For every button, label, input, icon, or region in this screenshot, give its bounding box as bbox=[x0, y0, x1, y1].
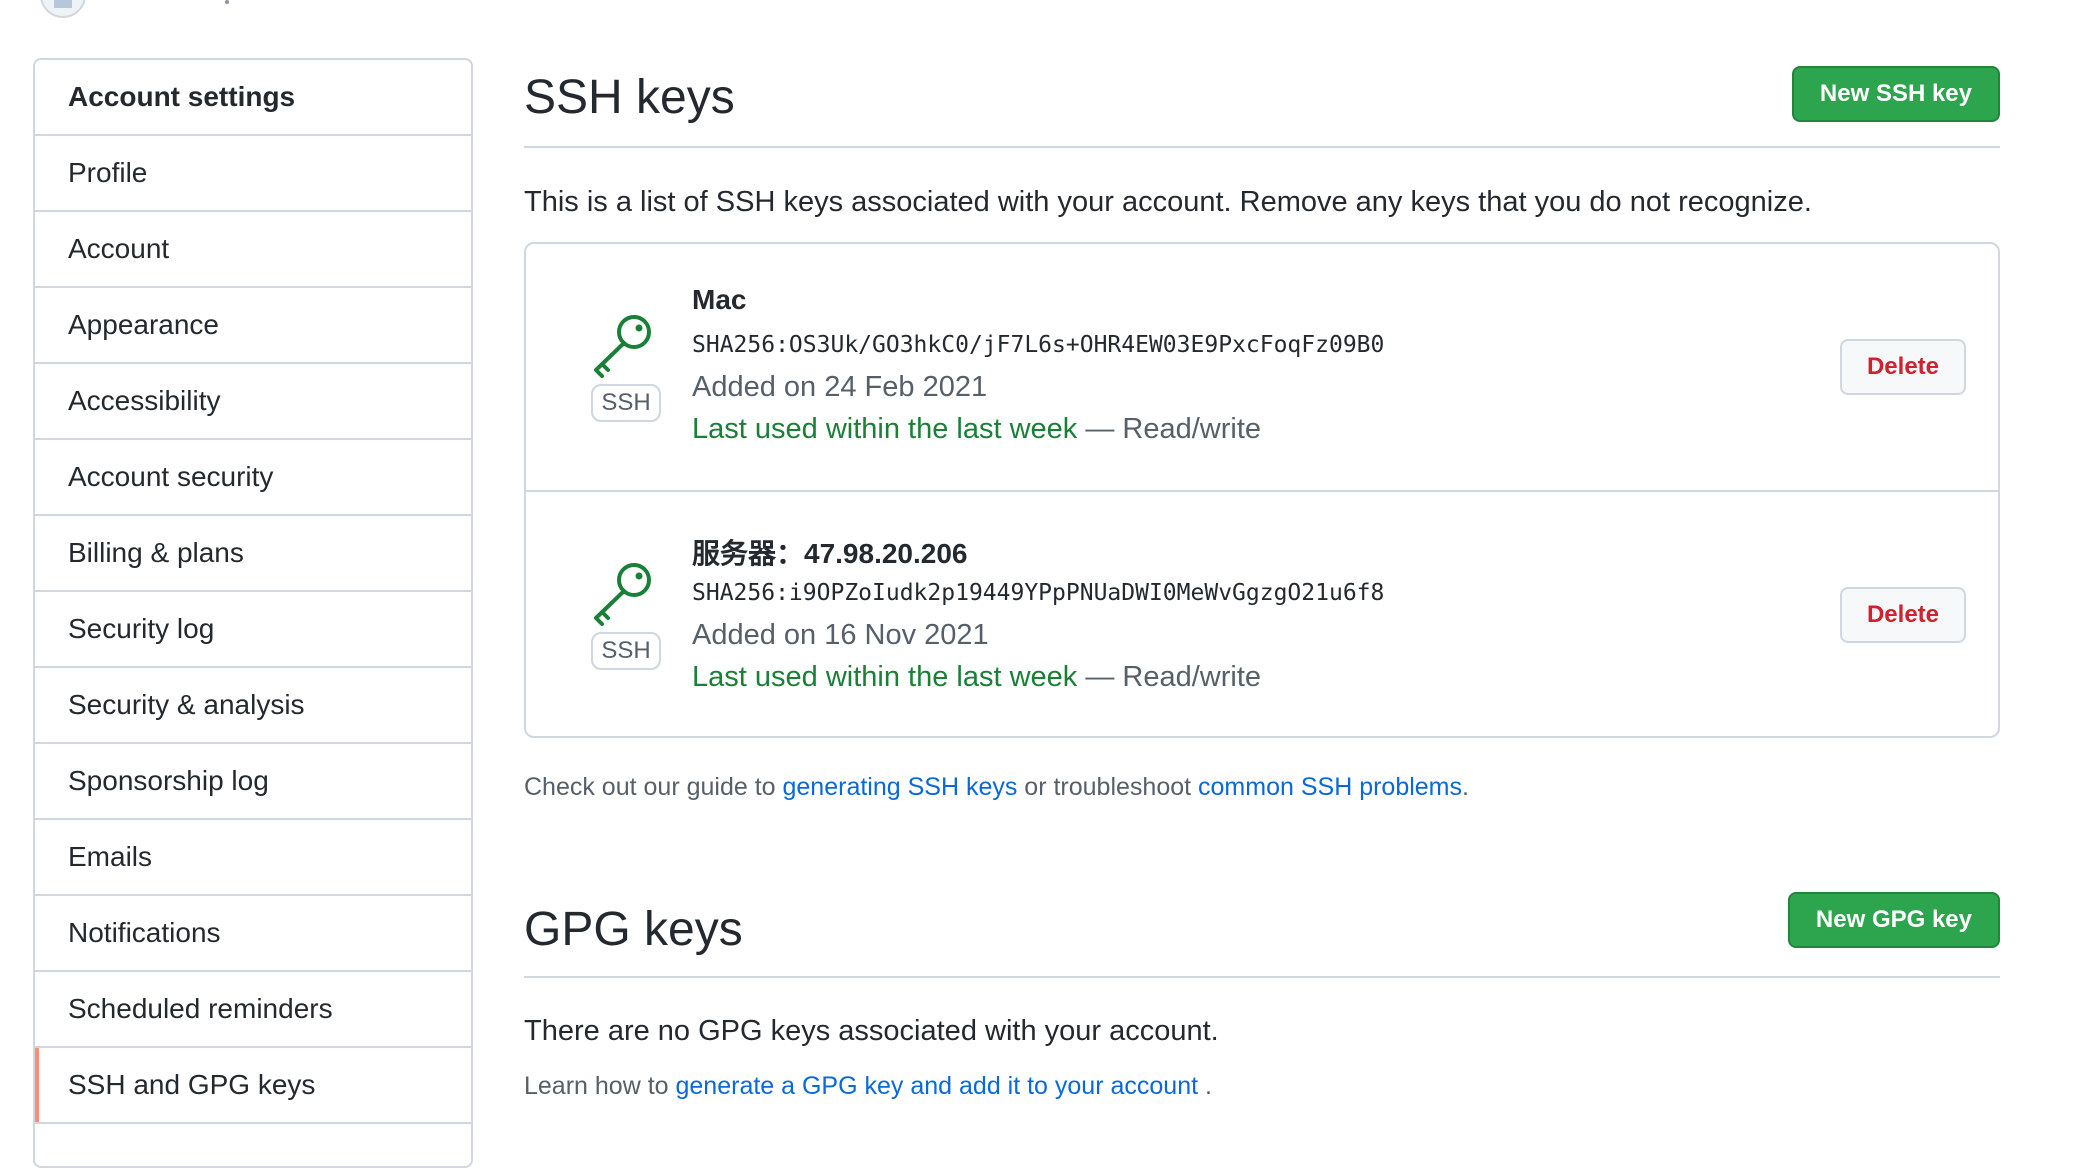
sidebar-item-appearance[interactable]: Appearance bbox=[35, 288, 471, 364]
ssh-keys-title: SSH keys bbox=[524, 71, 735, 124]
ssh-key-access: — Read/write bbox=[1077, 661, 1262, 693]
key-icon-group: SSH bbox=[590, 306, 662, 422]
gpg-keys-title: GPG keys bbox=[524, 903, 743, 956]
sidebar-item-sponsorship-log[interactable]: Sponsorship log bbox=[35, 744, 471, 820]
sidebar-item-security-log[interactable]: Security log bbox=[35, 592, 471, 668]
ssh-key-info: Mac SHA256:OS3Uk/GO3hkC0/jF7L6s+OHR4EW03… bbox=[692, 284, 1384, 450]
sidebar-item-emails[interactable]: Emails bbox=[35, 820, 471, 896]
ssh-keys-list: SSH Mac SHA256:OS3Uk/GO3hkC0/jF7L6s+OHR4… bbox=[524, 242, 2000, 738]
ssh-key-title: 服务器：47.98.20.206 bbox=[692, 538, 968, 569]
ssh-description: This is a list of SSH keys associated wi… bbox=[524, 186, 1812, 218]
ssh-guide-text: Check out our guide to generating SSH ke… bbox=[524, 773, 1469, 802]
sidebar-item-account[interactable]: Account bbox=[35, 212, 471, 288]
guide-middle: or troubleshoot bbox=[1017, 773, 1199, 801]
sidebar-item-ssh-gpg-keys[interactable]: SSH and GPG keys bbox=[35, 1048, 471, 1124]
guide-suffix: . bbox=[1462, 773, 1469, 801]
ssh-key-last-used: Last used within the last week — Read/wr… bbox=[692, 656, 1384, 698]
ssh-key-fingerprint: SHA256:i9OPZoIudk2p19449YPpPNUaDWI0MeWvG… bbox=[692, 580, 1385, 606]
ssh-key-last-used-status: Last used within the last week bbox=[692, 661, 1078, 693]
generating-ssh-keys-link[interactable]: generating SSH keys bbox=[783, 773, 1018, 801]
settings-sidebar: Account settings Profile Account Appeara… bbox=[33, 58, 473, 1168]
gpg-empty-text: There are no GPG keys associated with yo… bbox=[524, 1015, 1219, 1047]
sidebar-item-accessibility[interactable]: Accessibility bbox=[35, 364, 471, 440]
ssh-key-added-date: Added on 16 Nov 2021 bbox=[692, 619, 989, 651]
common-ssh-problems-link[interactable]: common SSH problems bbox=[1198, 773, 1462, 801]
ssh-key-info: 服务器：47.98.20.206 SHA256:i9OPZoIudk2p1944… bbox=[692, 532, 1384, 698]
header-text-fragment bbox=[225, 0, 229, 4]
guide-prefix: Check out our guide to bbox=[524, 773, 783, 801]
sidebar-item-billing-plans[interactable]: Billing & plans bbox=[35, 516, 471, 592]
sidebar-item-notifications[interactable]: Notifications bbox=[35, 896, 471, 972]
sidebar-item-scheduled-reminders[interactable]: Scheduled reminders bbox=[35, 972, 471, 1048]
sidebar-item-next[interactable] bbox=[35, 1124, 471, 1166]
new-ssh-key-button[interactable]: New SSH key bbox=[1791, 66, 2000, 122]
key-icon bbox=[594, 563, 651, 626]
ssh-badge: SSH bbox=[591, 632, 661, 670]
ssh-badge: SSH bbox=[591, 384, 661, 422]
ssh-key-last-used-status: Last used within the last week bbox=[692, 413, 1078, 445]
gpg-learn-prefix: Learn how to bbox=[524, 1072, 676, 1100]
sidebar-item-account-security[interactable]: Account security bbox=[35, 440, 471, 516]
gpg-section-header: GPG keys New GPG key bbox=[524, 892, 2000, 978]
ssh-section-header: SSH keys New SSH key bbox=[524, 66, 2000, 148]
gpg-learn-suffix: . bbox=[1198, 1072, 1212, 1100]
ssh-key-access: — Read/write bbox=[1077, 413, 1262, 445]
new-gpg-key-button[interactable]: New GPG key bbox=[1787, 892, 2000, 948]
key-icon-group: SSH bbox=[590, 554, 662, 670]
ssh-key-row: SSH 服务器：47.98.20.206 SHA256:i9OPZoIudk2p… bbox=[526, 490, 1998, 738]
generate-gpg-key-link[interactable]: generate a GPG key and add it to your ac… bbox=[676, 1072, 1199, 1100]
main-content: SSH keys New SSH key This is a list of S… bbox=[524, 0, 2000, 1152]
sidebar-item-profile[interactable]: Profile bbox=[35, 136, 471, 212]
sidebar-header-account-settings: Account settings bbox=[35, 60, 471, 136]
ssh-key-last-used: Last used within the last week — Read/wr… bbox=[692, 408, 1384, 450]
ssh-key-added-date: Added on 24 Feb 2021 bbox=[692, 371, 988, 403]
gpg-learn-text: Learn how to generate a GPG key and add … bbox=[524, 1072, 1212, 1101]
ssh-key-row: SSH Mac SHA256:OS3Uk/GO3hkC0/jF7L6s+OHR4… bbox=[526, 244, 1998, 490]
sidebar-item-security-analysis[interactable]: Security & analysis bbox=[35, 668, 471, 744]
delete-ssh-key-button[interactable]: Delete bbox=[1840, 587, 1966, 643]
ssh-key-fingerprint: SHA256:OS3Uk/GO3hkC0/jF7L6s+OHR4EW03E9Px… bbox=[692, 332, 1385, 358]
key-icon bbox=[594, 315, 651, 378]
delete-ssh-key-button[interactable]: Delete bbox=[1840, 339, 1966, 395]
ssh-key-title: Mac bbox=[692, 284, 747, 315]
avatar[interactable] bbox=[40, 0, 86, 18]
